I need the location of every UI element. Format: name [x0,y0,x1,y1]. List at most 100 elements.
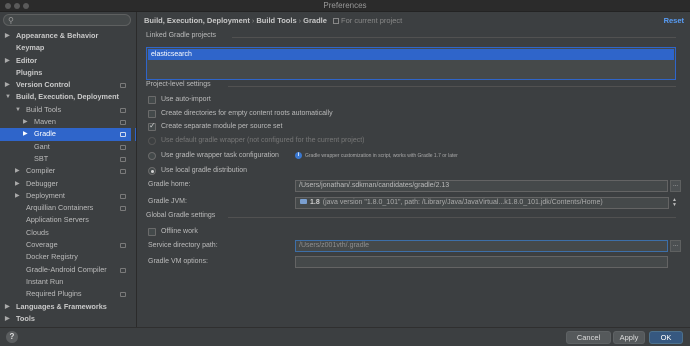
sidebar-item-languages-frameworks[interactable]: ▶ Languages & Frameworks [0,301,136,313]
gradle-home-browse-button[interactable]: ... [670,180,681,192]
chevron-down-icon[interactable]: ▼ [5,91,11,103]
separate-module-label: Create separate module per source set [161,123,283,130]
sidebar-item-deployment[interactable]: ▶ Deployment [0,190,136,202]
project-settings-icon [120,243,126,249]
project-settings-icon [120,169,126,175]
chevron-right-icon[interactable]: ▶ [5,301,10,313]
sidebar-item-version-control[interactable]: ▶ Version Control [0,79,136,91]
offline-work-label: Offline work [161,228,198,235]
radio-button[interactable] [148,152,156,160]
gradle-home-label: Gradle home: [148,181,191,188]
sidebar-item-label: Required Plugins [26,289,82,299]
sidebar-item-maven[interactable]: ▶ Maven [0,116,136,128]
search-icon: ⚲ [8,16,14,25]
chevron-right-icon[interactable]: ▶ [15,178,20,190]
jdk-folder-icon [300,199,307,204]
gradle-home-field[interactable]: /Users/jonathan/.sdkman/candidates/gradl… [295,180,668,192]
chevron-right-icon[interactable]: ▶ [23,116,28,128]
sidebar-item-gradle-android-compiler[interactable]: Gradle-Android Compiler [0,264,136,276]
section-divider [228,217,676,218]
jvm-detail: (java version "1.8.0_101", path: /Librar… [322,199,603,206]
sidebar-item-label: Gradle [34,129,56,139]
sidebar-item-keymap[interactable]: Keymap [0,42,136,54]
chevron-right-icon[interactable]: ▶ [5,313,10,325]
sidebar-item-label: Compiler [26,166,56,176]
ok-button[interactable]: OK [649,331,683,344]
chevron-right-icon[interactable]: ▶ [5,79,10,91]
service-dir-field[interactable]: /Users/z001vth/.gradle [295,240,668,252]
sidebar-item-label: Debugger [26,178,59,188]
sidebar-item-compiler[interactable]: ▶ Compiler [0,165,136,177]
vm-options-field[interactable] [295,256,668,268]
jvm-version: 1.8 [310,199,320,206]
sidebar-item-coverage[interactable]: Coverage [0,239,136,251]
gradle-jvm-label: Gradle JVM: [148,198,187,205]
info-icon: i [295,152,302,159]
sidebar-item-docker-registry[interactable]: Docker Registry [0,251,136,263]
checkbox-box[interactable] [148,96,156,104]
project-settings-icon [120,132,126,138]
reset-link[interactable]: Reset [664,16,684,25]
sidebar-item-build-tools[interactable]: ▼ Build Tools [0,104,136,116]
search-input[interactable] [18,16,128,25]
sidebar-item-clouds[interactable]: Clouds [0,227,136,239]
sidebar-item-label: Gradle-Android Compiler [26,264,107,274]
service-dir-browse-button[interactable]: ... [670,240,681,252]
radio-button-selected[interactable] [148,167,156,175]
sidebar-item-label: Build, Execution, Deployment [16,92,119,102]
global-settings-title: Global Gradle settings [146,212,216,219]
wrapper-hint: Gradle wrapper customization in script, … [305,153,458,159]
sidebar-item-editor[interactable]: ▶ Editor [0,55,136,67]
chevron-right-icon[interactable]: ▶ [23,128,28,140]
sidebar-scrollbar[interactable] [131,36,135,327]
cancel-button[interactable]: Cancel [566,331,611,344]
checkbox-box-checked[interactable] [148,121,156,131]
scope-label: For current project [341,16,403,25]
chevron-down-icon[interactable]: ▼ [15,104,21,116]
dropdown-arrows-icon[interactable]: ▲ ▼ [670,197,679,209]
sidebar-item-sbt[interactable]: SBT [0,153,136,165]
sidebar-item-label: Keymap [16,43,45,53]
settings-search[interactable]: ⚲ [3,14,131,26]
chevron-right-icon[interactable]: ▶ [15,190,20,202]
service-dir-label: Service directory path: [148,242,218,249]
auto-import-label: Use auto-import [161,96,211,103]
sidebar-item-label: Editor [16,55,38,65]
sidebar-item-instant-run[interactable]: Instant Run [0,276,136,288]
apply-button[interactable]: Apply [613,331,645,344]
chevron-right-icon[interactable]: ▶ [5,30,10,42]
radio-button[interactable] [148,137,156,145]
sidebar-item-label: Build Tools [26,104,62,114]
help-button[interactable]: ? [6,331,18,343]
sidebar-item-label: Gant [34,141,50,151]
checkbox-box[interactable] [148,228,156,236]
project-settings-title: Project-level settings [146,81,211,88]
gradle-jvm-select[interactable]: 1.8 (java version "1.8.0_101", path: /Lib… [295,197,669,209]
linked-projects-title: Linked Gradle projects [146,32,217,39]
sidebar-item-tools[interactable]: ▶ Tools [0,313,136,325]
sidebar-item-debugger[interactable]: ▶ Debugger [0,178,136,190]
chevron-right-icon[interactable]: ▶ [5,55,10,67]
sidebar-item-gant[interactable]: Gant [0,141,136,153]
checkbox-box[interactable] [148,110,156,118]
sidebar-item-label: Maven [34,117,56,127]
breadcrumb: Build, Execution, Deployment › Build Tools… [144,16,402,25]
project-scope-icon [333,18,339,24]
sidebar-item-plugins[interactable]: Plugins [0,67,136,79]
scope-indicator: For current project [333,16,402,25]
sidebar-item-build-execution-deployment[interactable]: ▼ Build, Execution, Deployment [0,91,136,103]
sidebar-item-required-plugins[interactable]: Required Plugins [0,288,136,300]
project-settings-icon [120,292,126,298]
linked-projects-list[interactable]: elasticsearch [146,47,676,80]
dialog-footer: ? Cancel Apply OK [0,327,690,346]
sidebar-item-arquillian-containers[interactable]: Arquillian Containers [0,202,136,214]
sidebar-item-label: Coverage [26,240,58,250]
default-wrapper-label: Use default gradle wrapper (not configur… [161,137,365,144]
sidebar-item-gradle[interactable]: ▶ Gradle [0,128,136,141]
linked-project-item[interactable]: elasticsearch [148,49,674,60]
sidebar-item-appearance-behavior[interactable]: ▶ Appearance & Behavior [0,30,136,42]
chevron-right-icon[interactable]: ▶ [15,165,20,177]
breadcrumb-gradle: Gradle [303,16,327,25]
sidebar-item-application-servers[interactable]: Application Servers [0,214,136,226]
project-settings-icon [120,156,126,162]
